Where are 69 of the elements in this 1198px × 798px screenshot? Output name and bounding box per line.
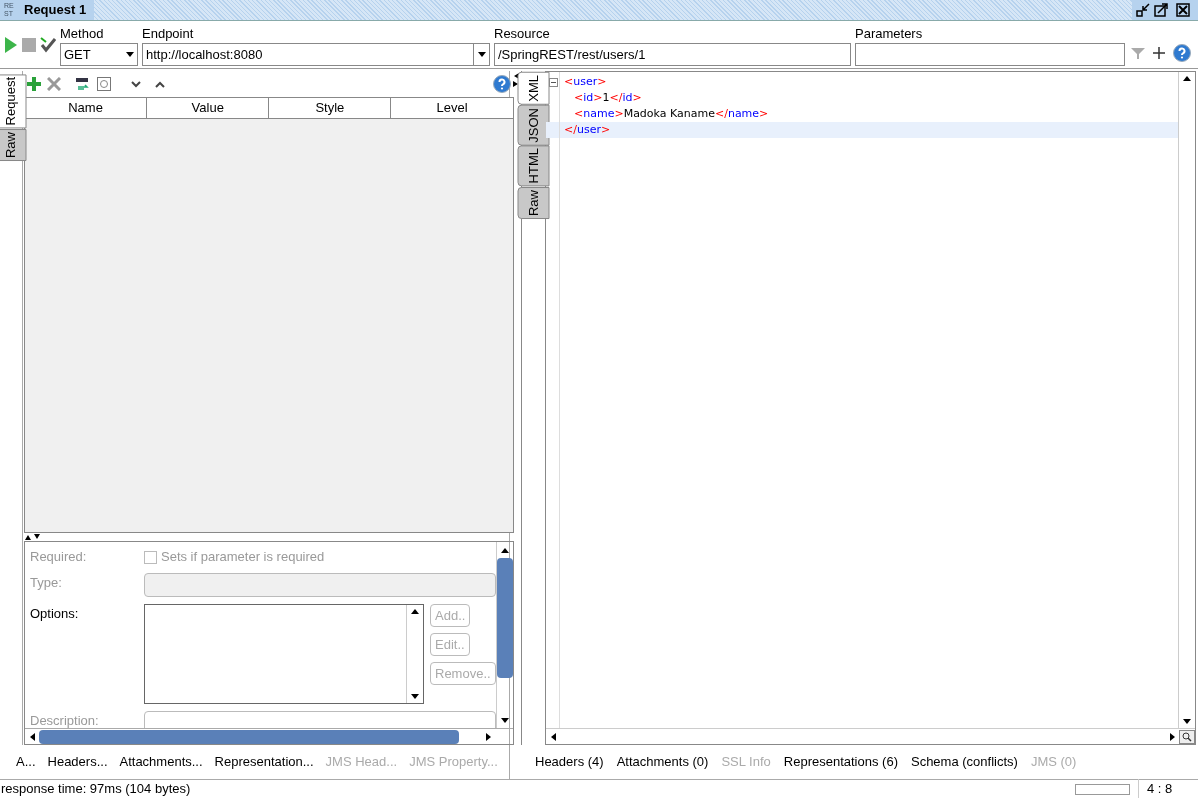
column-header[interactable]: Value	[147, 98, 270, 118]
bottom-tab[interactable]: Headers (4)	[535, 752, 604, 772]
parameters-label: Parameters	[855, 24, 924, 43]
scroll-up-icon[interactable]	[1183, 76, 1191, 81]
endpoint-label: Endpoint	[142, 24, 195, 43]
xml-line: <user>	[564, 73, 607, 90]
checkbox-label: Sets if parameter is required	[161, 548, 325, 567]
move-down-icon[interactable]	[131, 80, 141, 88]
vertical-tab[interactable]: Raw	[517, 186, 550, 219]
url-icon[interactable]	[75, 77, 91, 91]
scroll-left-icon[interactable]	[29, 732, 35, 741]
add-icon[interactable]	[27, 77, 41, 91]
field-label: Required:	[30, 548, 88, 567]
minimize-icon[interactable]	[1136, 3, 1150, 17]
column-header[interactable]: Level	[391, 98, 513, 118]
resource-label: Resource	[494, 24, 551, 43]
xml-line: </user>	[564, 121, 611, 138]
field-label: Description:	[30, 712, 100, 728]
close-icon[interactable]	[1176, 3, 1190, 17]
bottom-tab[interactable]: Attachments (0)	[616, 752, 709, 772]
xml-editor[interactable]: <user> <id>1</id> <name>Madoka Kaname</name> </user>	[545, 71, 1196, 745]
play-icon[interactable]	[4, 36, 18, 54]
vertical-tab[interactable]: Raw	[0, 129, 27, 162]
method-label: Method	[60, 24, 105, 43]
vertical-tab[interactable]: Request	[0, 74, 27, 129]
delete-icon[interactable]	[47, 77, 61, 91]
cursor-position: 4 : 8	[1138, 779, 1198, 798]
vertical-tab[interactable]: XML	[517, 72, 550, 105]
maximize-icon[interactable]	[1154, 3, 1168, 17]
bottom-tab[interactable]: Representations (6)	[783, 752, 898, 772]
bottom-tab[interactable]: Representation...	[214, 752, 314, 772]
bottom-tab[interactable]: A...	[16, 752, 36, 772]
response-time: response time: 97ms (104 bytes)	[0, 780, 191, 798]
column-header[interactable]: Name	[25, 98, 148, 118]
zoom-icon[interactable]	[1179, 729, 1195, 744]
move-up-icon[interactable]	[155, 80, 165, 88]
xml-line: <id>1</id>	[574, 89, 642, 106]
field-label: Options:	[30, 605, 80, 623]
endpoint-combo[interactable]: http://localhost:8080	[142, 43, 490, 66]
bottom-tab[interactable]: Headers...	[47, 752, 108, 772]
plus-icon[interactable]	[1153, 47, 1165, 59]
scroll-down-icon[interactable]	[500, 717, 509, 723]
scroll-down-icon[interactable]	[411, 694, 419, 699]
scroll-right-icon[interactable]	[486, 732, 492, 741]
scroll-right-icon[interactable]	[1169, 732, 1175, 741]
scroll-down-icon[interactable]	[1183, 719, 1191, 724]
window-title: Request 1	[24, 1, 87, 20]
field-label: Type:	[30, 574, 63, 592]
resource-field[interactable]: /SpringREST/rest/users/1	[494, 43, 851, 66]
scroll-up-icon[interactable]	[500, 547, 509, 553]
method-dropdown[interactable]: GET	[60, 43, 138, 66]
checkmark-icon[interactable]	[40, 37, 56, 53]
vertical-tab[interactable]: HTML	[517, 145, 550, 187]
vertical-tab[interactable]: JSON	[517, 104, 550, 146]
caret-icon	[126, 52, 134, 57]
caret-icon	[477, 52, 486, 57]
scroll-up-icon[interactable]	[411, 609, 419, 614]
refresh-icon[interactable]	[97, 77, 111, 91]
bottom-tab[interactable]: Attachments...	[119, 752, 203, 772]
splitter-arrows-icon[interactable]	[25, 534, 41, 540]
help-icon[interactable]	[492, 75, 511, 93]
splitter-arrows-icon[interactable]	[513, 73, 519, 87]
column-header[interactable]: Style	[269, 98, 392, 118]
bottom-tab[interactable]: Schema (conflicts)	[910, 752, 1018, 772]
options-list[interactable]	[144, 604, 424, 704]
xml-line: <name>Madoka Kaname</name>	[574, 105, 769, 122]
help-icon[interactable]	[1173, 44, 1191, 62]
scroll-left-icon[interactable]	[550, 732, 556, 741]
collapse-icon[interactable]	[548, 77, 558, 87]
